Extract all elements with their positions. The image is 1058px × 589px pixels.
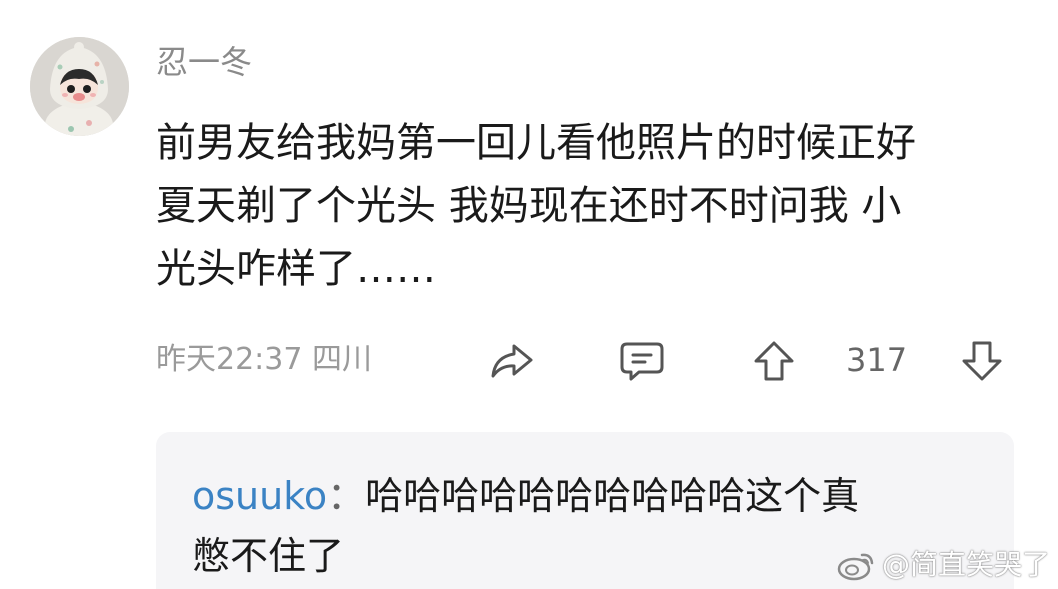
upvote-button[interactable] (750, 337, 798, 385)
upvote-arrow-icon (754, 341, 794, 381)
reply-separator: ： (327, 474, 366, 518)
share-button[interactable] (488, 337, 536, 385)
avatar-doll-image (30, 37, 129, 136)
comment-text-line: 光头咋样了…… (156, 246, 436, 292)
username[interactable]: 忍一冬 (156, 42, 252, 82)
timestamp-location: 昨天22:37 四川 (156, 342, 372, 377)
watermark-text: @简直笑哭了 (881, 548, 1050, 581)
downvote-arrow-icon (962, 341, 1002, 381)
watermark: @简直笑哭了 (836, 547, 1050, 583)
comment-text-line: 夏天剃了个光头 我妈现在还时不时问我 小 (156, 183, 902, 229)
comment-text-line: 前男友给我妈第一回儿看他照片的时候正好 (156, 120, 916, 166)
reply-line: osuuko：哈哈哈哈哈哈哈哈哈哈这个真 (192, 466, 992, 526)
reply-button[interactable] (618, 337, 666, 385)
downvote-button[interactable] (958, 337, 1006, 385)
avatar[interactable] (30, 37, 129, 136)
comment-icon (620, 342, 664, 381)
comment-screen: 忍一冬 前男友给我妈第一回儿看他照片的时候正好 夏天剃了个光头 我妈现在还时不时… (0, 0, 1058, 589)
like-count: 317 (846, 341, 908, 379)
reply-content: 哈哈哈哈哈哈哈哈哈哈这个真 (365, 474, 860, 518)
share-icon (491, 344, 533, 378)
comment-text: 前男友给我妈第一回儿看他照片的时候正好 夏天剃了个光头 我妈现在还时不时问我 小… (156, 112, 1036, 301)
reply-author[interactable]: osuuko (192, 474, 327, 518)
weibo-logo-icon (837, 553, 874, 581)
